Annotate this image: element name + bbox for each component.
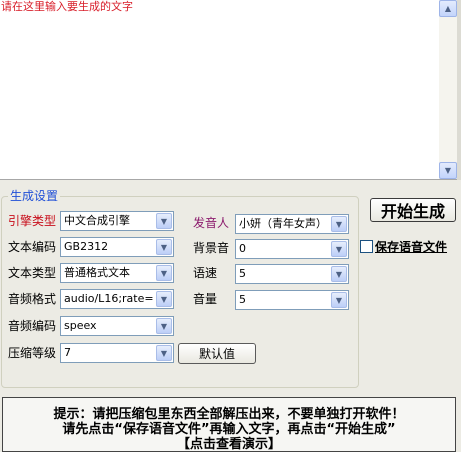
encoding-select[interactable]: GB2312 ▼ <box>60 237 174 257</box>
scroll-up-icon[interactable]: ▲ <box>439 0 457 17</box>
hint-line-2: 请先点击“保存语音文件”再输入文字，再点击“开始生成” <box>62 422 396 437</box>
audio-codec-label: 音频编码 <box>8 319 57 333</box>
volume-select[interactable]: 5 ▼ <box>235 290 349 310</box>
demo-link[interactable]: 【点击查看演示】 <box>3 437 455 451</box>
window-edge <box>457 0 461 180</box>
audio-codec-value: speex <box>64 319 97 332</box>
hint-panel: 提示：请把压缩包里东西全部解压出来，不要单独打开软件！ 请先点击“保存语音文件”… <box>2 397 456 452</box>
chevron-down-icon[interactable]: ▼ <box>156 239 172 255</box>
speed-label: 语速 <box>193 266 218 280</box>
audio-format-select[interactable]: audio/L16;rate= ▼ <box>60 289 174 309</box>
save-audio-checkbox[interactable] <box>360 240 373 253</box>
bg-sound-label: 背景音 <box>193 241 230 255</box>
speed-value: 5 <box>239 267 246 280</box>
chevron-down-icon[interactable]: ▼ <box>156 318 172 334</box>
save-audio-option[interactable]: 保存语音文件 <box>360 238 447 255</box>
engine-label: 引擎类型 <box>8 214 57 228</box>
engine-select[interactable]: 中文合成引擎 ▼ <box>60 211 174 231</box>
audio-codec-select[interactable]: speex ▼ <box>60 316 174 336</box>
compression-select[interactable]: 7 ▼ <box>60 343 174 363</box>
volume-label: 音量 <box>193 292 218 306</box>
audio-format-label: 音频格式 <box>8 292 57 306</box>
compression-value: 7 <box>64 346 71 359</box>
text-type-value: 普通格式文本 <box>64 266 130 279</box>
audio-format-value: audio/L16;rate= <box>64 292 154 305</box>
start-button[interactable]: 开始生成 <box>370 198 456 222</box>
compression-label: 压缩等级 <box>8 346 57 360</box>
volume-value: 5 <box>239 293 246 306</box>
chevron-down-icon[interactable]: ▼ <box>156 265 172 281</box>
speaker-value: 小妍（青年女声） <box>239 217 327 230</box>
speed-select[interactable]: 5 ▼ <box>235 264 349 284</box>
chevron-down-icon[interactable]: ▼ <box>156 291 172 307</box>
chevron-down-icon[interactable]: ▼ <box>331 292 347 308</box>
chevron-down-icon[interactable]: ▼ <box>331 241 347 257</box>
chevron-down-icon[interactable]: ▼ <box>331 216 347 232</box>
scroll-down-icon[interactable]: ▼ <box>439 162 457 179</box>
chevron-down-icon[interactable]: ▼ <box>156 345 172 361</box>
encoding-value: GB2312 <box>64 240 109 253</box>
speaker-select[interactable]: 小妍（青年女声） ▼ <box>235 214 349 234</box>
chevron-down-icon[interactable]: ▼ <box>331 266 347 282</box>
hint-line-1: 提示：请把压缩包里东西全部解压出来，不要单独打开软件！ <box>53 407 405 422</box>
speaker-label: 发音人 <box>193 216 230 230</box>
bg-sound-value: 0 <box>239 242 246 255</box>
default-button[interactable]: 默认值 <box>178 343 256 364</box>
bg-sound-select[interactable]: 0 ▼ <box>235 239 349 259</box>
text-type-select[interactable]: 普通格式文本 ▼ <box>60 263 174 283</box>
encoding-label: 文本编码 <box>8 240 57 254</box>
vertical-scrollbar[interactable]: ▲ ▼ <box>439 0 457 179</box>
engine-value: 中文合成引擎 <box>64 214 130 227</box>
text-type-label: 文本类型 <box>8 266 57 280</box>
save-audio-label[interactable]: 保存语音文件 <box>375 238 447 255</box>
settings-group-title: 生成设置 <box>8 189 61 203</box>
text-input-area[interactable]: 请在这里输入要生成的文字 ▲ ▼ <box>0 0 461 180</box>
chevron-down-icon[interactable]: ▼ <box>156 213 172 229</box>
text-input[interactable]: 请在这里输入要生成的文字 <box>0 0 439 180</box>
